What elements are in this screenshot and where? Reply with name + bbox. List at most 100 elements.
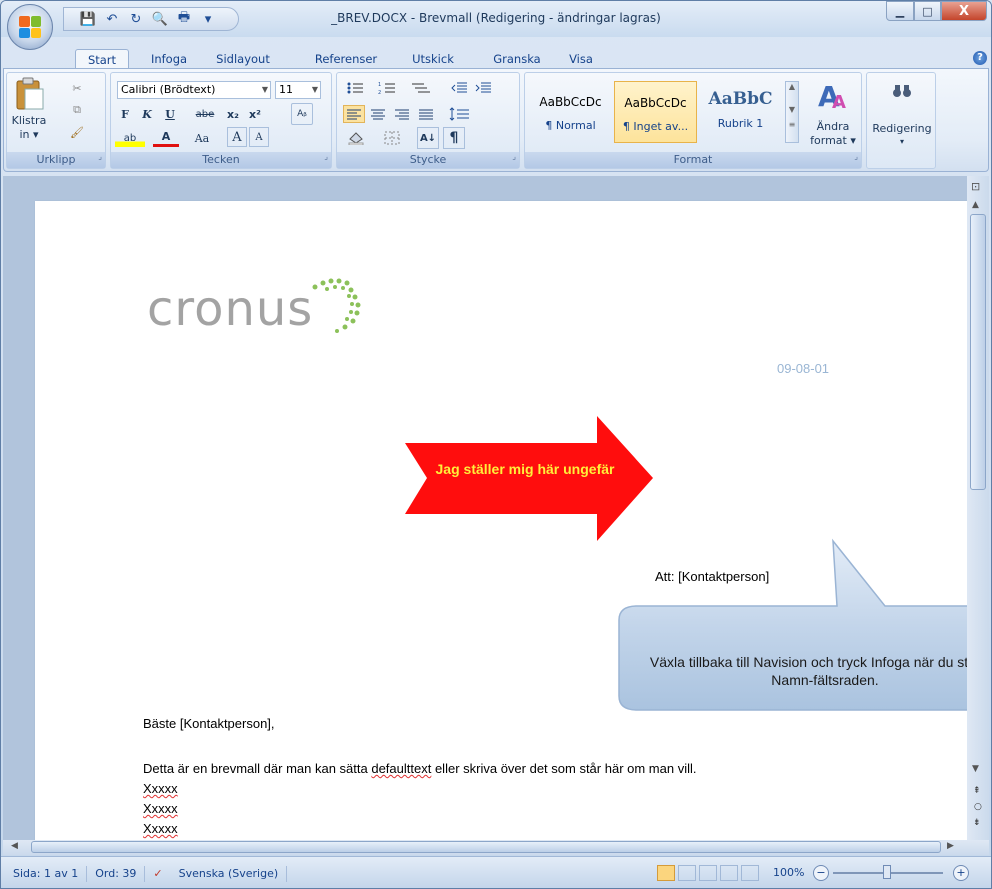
change-styles-label[interactable]: Ändra [807,119,859,133]
show-marks-button[interactable]: ¶ [443,127,465,149]
office-button[interactable] [7,4,53,50]
justify-icon[interactable] [415,105,437,123]
align-center-icon[interactable] [367,105,389,123]
highlight-button[interactable]: ab [115,129,145,147]
paste-icon[interactable] [11,77,49,111]
paragraph-group: 12 A↓ ¶ Stycke ⌟ [336,72,520,169]
web-layout-icon[interactable] [699,865,717,881]
word-count[interactable]: Ord: 39 [87,865,146,882]
vertical-scroll-thumb[interactable] [970,214,986,490]
font-color-button[interactable]: A [153,129,179,147]
dialog-launcher-icon[interactable]: ⌟ [324,149,328,165]
window-controls: ▁ □ X [886,1,987,21]
vertical-scrollbar[interactable]: ⊡ ▲ ▼ ⇞ ○ ⇟ [967,176,989,840]
styles-scroll[interactable]: ▲ ▼ ≡ [785,81,799,143]
italic-button[interactable]: K [137,105,157,123]
editing-label[interactable]: Redigering [867,121,937,135]
zoom-level[interactable]: 100% [773,866,804,879]
change-styles-icon[interactable]: AA [807,77,859,113]
language[interactable]: Svenska (Sverige) [171,865,288,882]
logo-dots-icon [312,278,361,333]
tab-utskick[interactable]: Utskick [405,49,461,69]
paste-label[interactable]: Klistra [9,113,49,127]
line-spacing-icon[interactable] [445,105,475,123]
editing-dropdown[interactable]: ▾ [867,135,937,147]
close-button[interactable]: X [941,1,987,21]
shading-icon[interactable] [343,129,373,147]
help-icon[interactable]: ? [973,51,987,65]
draft-icon[interactable] [741,865,759,881]
chevron-down-icon: ▼ [311,85,318,94]
tab-granska[interactable]: Granska [485,49,549,69]
tab-visa[interactable]: Visa [561,49,601,69]
clear-formatting-button[interactable]: Aᵦ [291,103,313,125]
dialog-launcher-icon[interactable]: ⌟ [854,149,858,165]
binoculars-icon[interactable] [887,79,917,103]
zoom-slider-handle[interactable] [883,865,891,879]
strikethrough-button[interactable]: abe [191,105,219,123]
horizontal-scrollbar[interactable]: ◀ ▶ [3,840,989,855]
font-size-combo[interactable]: 11 ▼ [275,81,321,99]
paste-dropdown[interactable]: in ▾ [9,127,49,141]
change-case-button[interactable]: Aa [187,129,217,147]
decrease-indent-icon[interactable] [449,79,471,97]
full-screen-reading-icon[interactable] [678,865,696,881]
bullets-icon[interactable] [343,79,371,97]
styles-group-label: Format ⌟ [525,152,861,168]
copy-icon[interactable]: ⧉ [67,101,87,119]
dialog-launcher-icon[interactable]: ⌟ [512,149,516,165]
subscript-button[interactable]: x₂ [223,105,243,123]
chevron-down-icon: ▼ [261,85,268,94]
tab-infoga[interactable]: Infoga [143,49,195,69]
next-page-icon[interactable]: ⇟ [973,818,981,828]
zoom-out-button[interactable]: − [813,865,829,881]
style-no-spacing[interactable]: AaBbCcDc ¶ Inget av... [614,81,697,143]
cronus-logo: cronus [147,281,313,337]
increase-indent-icon[interactable] [473,79,495,97]
chevron-up-icon[interactable]: ▲ [786,82,798,91]
ribbon: Klistra in ▾ ✂ ⧉ 🖌 Urklipp ⌟ Calibri (Brö… [3,68,989,172]
font-name-combo[interactable]: Calibri (Brödtext) ▼ [117,81,271,99]
multilevel-list-icon[interactable] [407,79,435,97]
align-right-icon[interactable] [391,105,413,123]
more-styles-icon[interactable]: ≡ [786,120,798,129]
shrink-font-button[interactable]: A [249,127,269,147]
tab-start[interactable]: Start [75,49,129,69]
dialog-launcher-icon[interactable]: ⌟ [98,149,102,165]
ruler-toggle-icon[interactable]: ⊡ [971,180,980,193]
style-normal[interactable]: AaBbCcDc ¶ Normal [529,81,612,143]
scroll-up-icon[interactable]: ▲ [972,200,979,210]
borders-icon[interactable] [377,129,407,147]
clipboard-group-label: Urklipp ⌟ [7,152,105,168]
maximize-button[interactable]: □ [914,1,941,21]
document-page[interactable]: cronus 09-08-01 Jag ställer mig här unge… [35,201,967,840]
underline-button[interactable]: U [159,105,181,123]
scroll-down-icon[interactable]: ▼ [972,764,979,774]
sort-button[interactable]: A↓ [417,127,439,149]
chevron-down-icon[interactable]: ▼ [786,105,798,114]
browse-object-icon[interactable]: ○ [974,802,982,812]
grow-font-button[interactable]: A [227,127,247,147]
zoom-in-button[interactable]: + [953,865,969,881]
office-logo-icon [19,16,41,38]
proofing-icon[interactable]: ✓ [145,866,170,882]
align-left-icon[interactable] [343,105,365,123]
numbering-icon[interactable]: 12 [375,79,403,97]
page-count[interactable]: Sida: 1 av 1 [1,865,88,882]
superscript-button[interactable]: x² [245,105,265,123]
horizontal-scroll-thumb[interactable] [31,841,941,853]
tab-sidlayout[interactable]: Sidlayout [209,49,277,69]
tab-referenser[interactable]: Referenser [305,49,387,69]
scroll-right-icon[interactable]: ▶ [947,841,954,851]
cut-icon[interactable]: ✂ [67,79,87,97]
outline-icon[interactable] [720,865,738,881]
print-layout-icon[interactable] [657,865,675,881]
style-heading-1[interactable]: AaBbC Rubrik 1 [699,81,782,143]
previous-page-icon[interactable]: ⇞ [973,786,981,796]
title-bar: 💾 ↶ ↻ 🔍 🖶 ▾ _BREV.DOCX - Brevmall (Redig… [1,1,991,50]
bold-button[interactable]: F [115,105,135,123]
minimize-button[interactable]: ▁ [886,1,914,21]
format-painter-icon[interactable]: 🖌 [67,123,87,141]
scroll-left-icon[interactable]: ◀ [11,841,18,851]
change-styles-dropdown[interactable]: format ▾ [807,133,859,147]
